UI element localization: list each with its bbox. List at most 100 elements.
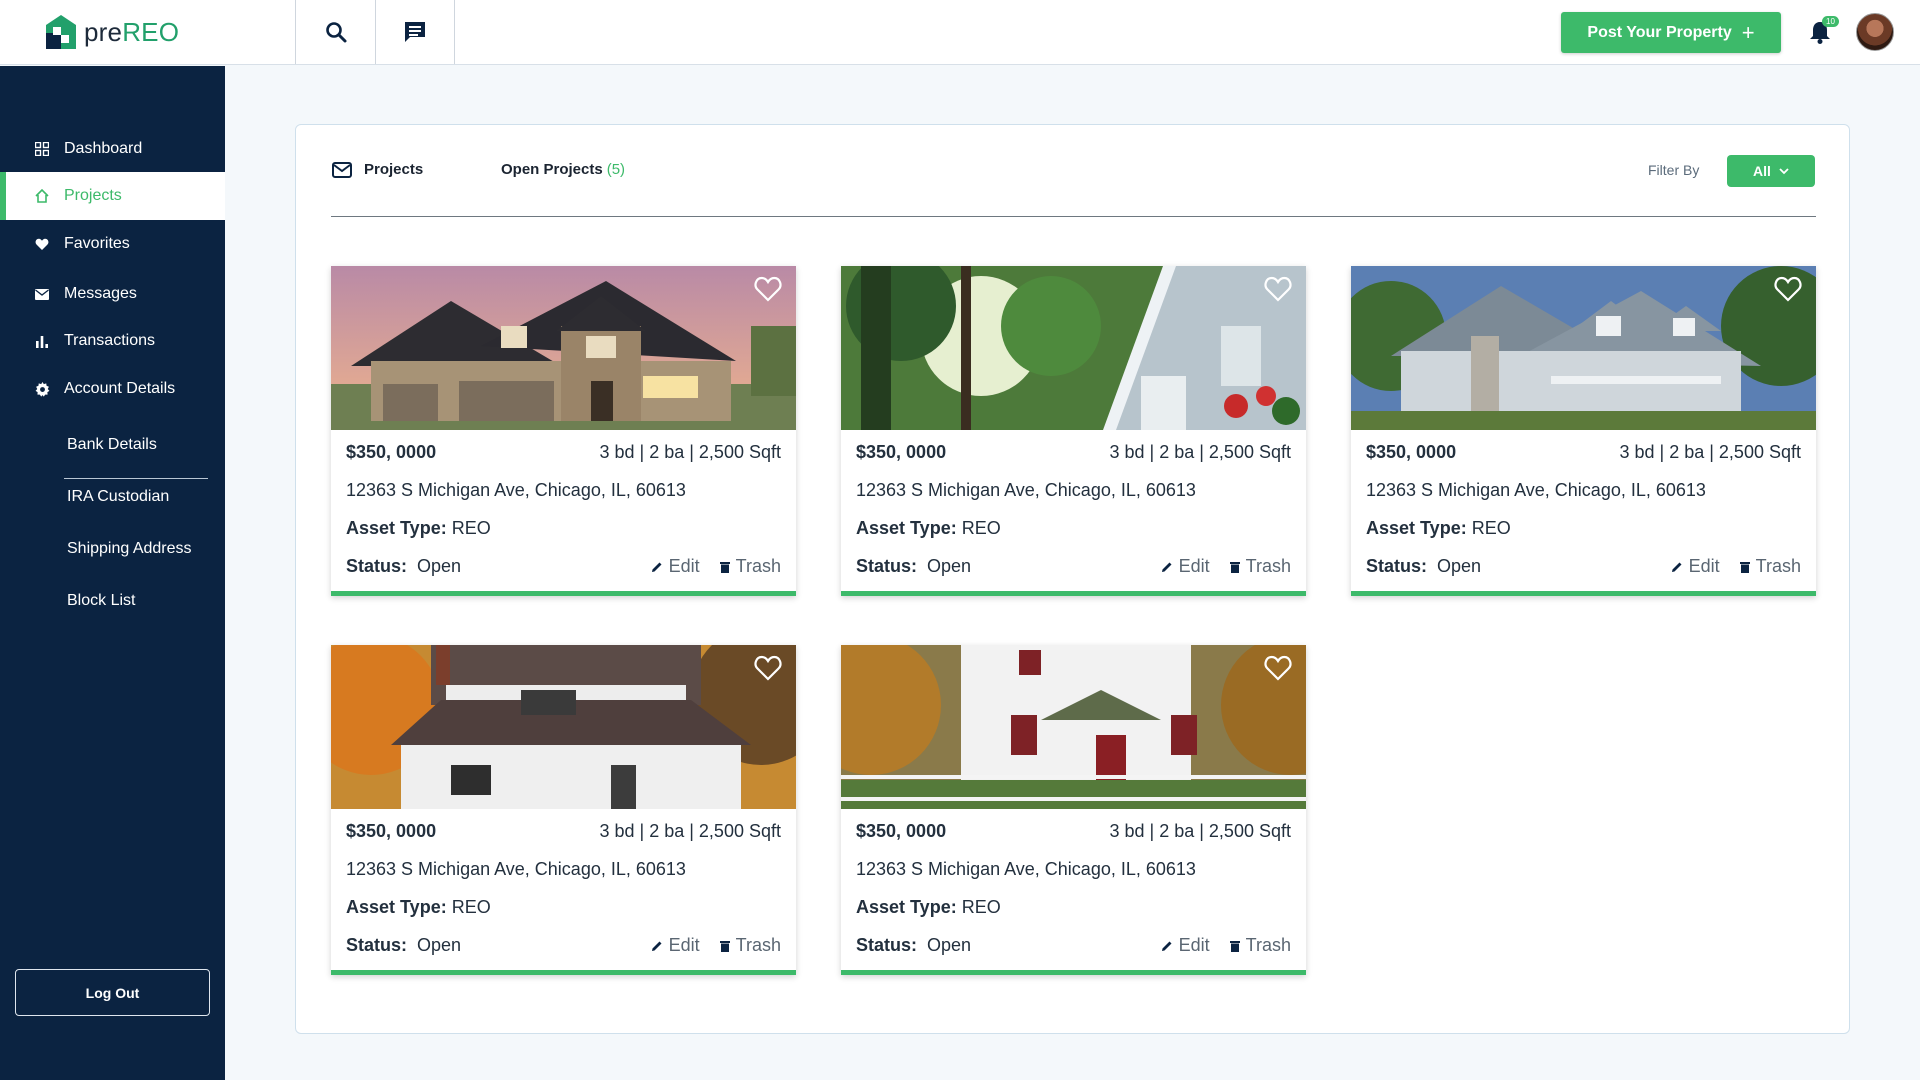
favorite-heart-icon[interactable] (754, 655, 782, 681)
filter-value: All (1753, 163, 1771, 179)
card-address: 12363 S Michigan Ave, Chicago, IL, 60613 (346, 859, 686, 879)
sidebar-item-dashboard[interactable]: Dashboard (0, 125, 225, 173)
sidebar-item-account-details[interactable]: Account Details (0, 365, 225, 413)
trash-label: Trash (1245, 935, 1291, 955)
trash-button[interactable]: Trash (1229, 556, 1291, 577)
card-price: $350, 0000 (856, 442, 947, 462)
panel-divider (331, 216, 1816, 217)
account-details-divider (64, 478, 208, 479)
card-price: $350, 0000 (1366, 442, 1457, 462)
tab-open-projects[interactable]: Open Projects (5) (501, 161, 625, 178)
status-value: Open (927, 935, 972, 955)
property-photo (1351, 266, 1816, 430)
sidebar-item-label: Dashboard (64, 140, 143, 157)
sidebar-item-transactions[interactable]: Transactions (0, 317, 225, 365)
pencil-icon (1161, 941, 1172, 951)
card-address: 12363 S Michigan Ave, Chicago, IL, 60613 (856, 480, 1196, 500)
sidebar-item-messages[interactable]: Messages (0, 270, 225, 318)
asset-type-value: REO (451, 518, 491, 538)
asset-type-label: Asset Type: (856, 518, 957, 538)
status-value: Open (417, 556, 462, 576)
sidebar-item-favorites[interactable]: Favorites (0, 220, 225, 268)
envelope-icon (332, 161, 352, 178)
status-value: Open (417, 935, 462, 955)
edit-button[interactable]: Edit (1161, 556, 1210, 577)
property-photo (331, 645, 796, 809)
sidebar-subitem-block-list[interactable]: Block List (67, 592, 135, 610)
trash-label: Trash (735, 935, 781, 955)
card-address: 12363 S Michigan Ave, Chicago, IL, 60613 (346, 480, 686, 500)
trash-icon (1229, 561, 1240, 573)
card-asset-type: Asset Type: REO (346, 897, 491, 918)
search-button[interactable] (295, 0, 375, 64)
trash-button[interactable]: Trash (1739, 556, 1801, 577)
asset-type-value: REO (1471, 518, 1511, 538)
asset-type-value: REO (961, 897, 1001, 917)
logo-house-icon (46, 15, 76, 49)
trash-icon (1739, 561, 1750, 573)
tab-projects[interactable]: Projects (332, 161, 423, 178)
trash-button[interactable]: Trash (719, 935, 781, 956)
edit-button[interactable]: Edit (651, 935, 700, 956)
trash-label: Trash (1755, 556, 1801, 576)
notification-count-badge: 10 (1822, 16, 1839, 27)
card-price: $350, 0000 (346, 442, 437, 462)
favorite-heart-icon[interactable] (1774, 276, 1802, 302)
open-projects-count: (5) (606, 161, 626, 178)
asset-type-label: Asset Type: (346, 897, 447, 917)
card-specs: 3 bd | 2 ba | 2,500 Sqft (1109, 442, 1292, 462)
edit-label: Edit (1688, 556, 1720, 576)
sidebar-subitem-shipping-address[interactable]: Shipping Address (67, 540, 192, 558)
property-photo (841, 645, 1306, 809)
status-value: Open (927, 556, 972, 576)
trash-icon (719, 561, 730, 573)
trash-button[interactable]: Trash (1229, 935, 1291, 956)
search-icon (325, 22, 346, 43)
asset-type-label: Asset Type: (856, 897, 957, 917)
card-asset-type: Asset Type: REO (856, 897, 1001, 918)
tab-open-label: Open Projects (501, 161, 603, 178)
user-avatar[interactable] (1856, 13, 1894, 51)
sidebar-item-label: Account Details (64, 380, 176, 397)
favorite-heart-icon[interactable] (1264, 276, 1292, 302)
edit-button[interactable]: Edit (1671, 556, 1720, 577)
projects-panel: Projects Open Projects(5) Filter By All (295, 124, 1850, 1034)
property-card[interactable]: $350, 0000 3 bd | 2 ba | 2,500 Sqft 12363… (841, 645, 1306, 975)
sidebar: Dashboard Projects Favorites Messages Tr… (0, 66, 225, 1080)
post-button-label: Post Your Property (1587, 23, 1732, 41)
property-card[interactable]: $350, 0000 3 bd | 2 ba | 2,500 Sqft 12363… (1351, 266, 1816, 596)
sidebar-item-label: Messages (64, 285, 137, 302)
status-label: Status: (1366, 556, 1428, 576)
filter-dropdown[interactable]: All (1727, 155, 1815, 187)
sidebar-item-label: Favorites (64, 235, 130, 252)
trash-icon (719, 940, 730, 952)
edit-button[interactable]: Edit (651, 556, 700, 577)
asset-type-label: Asset Type: (346, 518, 447, 538)
edit-button[interactable]: Edit (1161, 935, 1210, 956)
status-label: Status: (856, 556, 918, 576)
card-status: Status: Open (856, 556, 971, 577)
mail-icon (34, 286, 50, 302)
edit-label: Edit (668, 556, 700, 576)
filter-by-label: Filter By (1648, 162, 1700, 178)
sidebar-item-projects[interactable]: Projects (0, 172, 225, 220)
trash-button[interactable]: Trash (719, 556, 781, 577)
property-card[interactable]: $350, 0000 3 bd | 2 ba | 2,500 Sqft 12363… (841, 266, 1306, 596)
post-your-property-button[interactable]: Post Your Property + (1561, 12, 1781, 53)
favorite-heart-icon[interactable] (1264, 655, 1292, 681)
favorite-heart-icon[interactable] (754, 276, 782, 302)
prereo-logo[interactable]: preREO (44, 12, 204, 52)
plus-icon: + (1741, 19, 1755, 45)
property-card[interactable]: $350, 0000 3 bd | 2 ba | 2,500 Sqft 12363… (331, 645, 796, 975)
log-out-button[interactable]: Log Out (15, 969, 210, 1016)
logo-text: preREO (84, 16, 180, 47)
pencil-icon (1161, 562, 1172, 572)
sidebar-subitem-bank-details[interactable]: Bank Details (67, 436, 157, 454)
property-card[interactable]: $350, 0000 3 bd | 2 ba | 2,500 Sqft 12363… (331, 266, 796, 596)
sidebar-item-label: Projects (64, 187, 122, 204)
card-address: 12363 S Michigan Ave, Chicago, IL, 60613 (1366, 480, 1706, 500)
home-icon (34, 188, 50, 204)
sidebar-subitem-ira-custodian[interactable]: IRA Custodian (67, 488, 169, 506)
messages-button[interactable] (375, 0, 455, 64)
card-price: $350, 0000 (346, 821, 437, 841)
